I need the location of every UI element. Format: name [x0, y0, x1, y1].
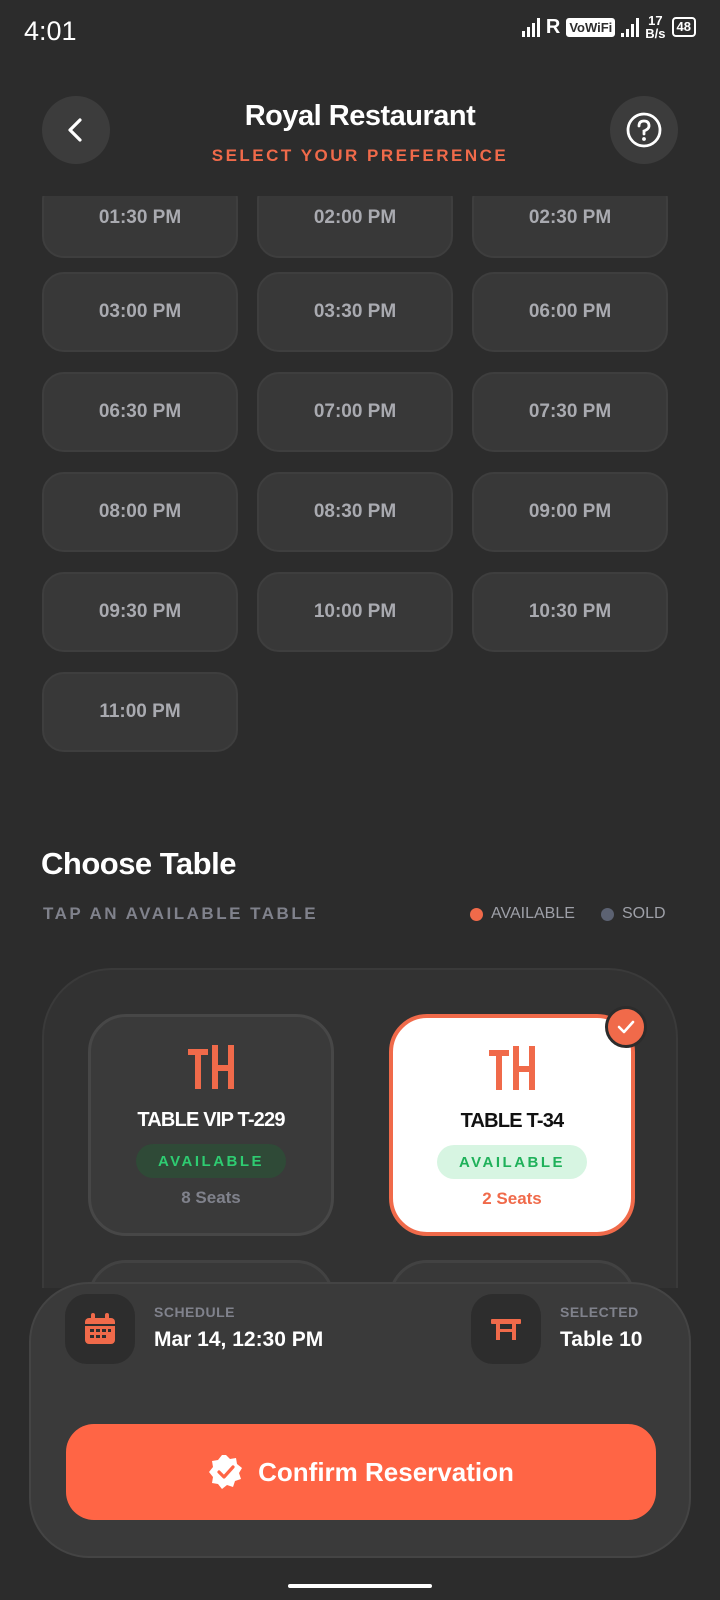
reservation-summary-sheet: SCHEDULE Mar 14, 12:30 PM SELECTED Table…	[29, 1282, 691, 1558]
table-icon	[489, 1046, 535, 1090]
vowifi-icon: VoWiFi	[566, 17, 616, 37]
time-slot[interactable]: 03:30 PM	[257, 272, 453, 352]
calendar-icon	[85, 1313, 115, 1344]
time-slot[interactable]: 08:00 PM	[42, 472, 238, 552]
section-title: Choose Table	[41, 846, 236, 881]
time-slot[interactable]: 01:30 PM	[42, 196, 238, 258]
time-slot[interactable]: 11:00 PM	[42, 672, 238, 752]
time-slot[interactable]: 06:30 PM	[42, 372, 238, 452]
network-speed-unit: B/s	[645, 26, 666, 41]
schedule-icon-box	[65, 1294, 135, 1364]
legend-available-label: AVAILABLE	[491, 905, 575, 922]
status-badge: AVAILABLE	[135, 1144, 287, 1178]
time-slot[interactable]: 02:00 PM	[257, 196, 453, 258]
legend-available: AVAILABLE	[470, 905, 575, 923]
time-slot[interactable]: 09:00 PM	[472, 472, 668, 552]
table-layout-panel: TABLE VIP T-229 AVAILABLE 8 Seats TABLE …	[42, 968, 678, 1288]
schedule-label: SCHEDULE	[154, 1304, 236, 1320]
time-slot[interactable]: 07:00 PM	[257, 372, 453, 452]
help-button[interactable]	[610, 96, 678, 164]
section-subtitle: TAP AN AVAILABLE TABLE	[43, 904, 319, 923]
seat-count: 2 Seats	[482, 1189, 542, 1208]
time-slot[interactable]: 06:00 PM	[472, 272, 668, 352]
schedule-value: Mar 14, 12:30 PM	[154, 1328, 324, 1351]
signal-icon-2	[621, 17, 640, 37]
table-icon	[188, 1045, 234, 1089]
time-slot[interactable]: 10:00 PM	[257, 572, 453, 652]
help-icon	[626, 112, 662, 148]
battery-level: 48	[676, 19, 691, 34]
selected-check-icon	[605, 1006, 647, 1048]
battery-icon: 48	[671, 17, 696, 37]
time-slot[interactable]: 07:30 PM	[472, 372, 668, 452]
legend-sold: SOLD	[601, 905, 666, 923]
status-time: 4:01	[24, 16, 77, 46]
time-slot[interactable]: 03:00 PM	[42, 272, 238, 352]
time-slot[interactable]: 02:30 PM	[472, 196, 668, 258]
sold-dot-icon	[601, 907, 614, 921]
available-dot-icon	[470, 907, 483, 921]
table-name: TABLE VIP T-229	[137, 1109, 285, 1131]
verified-badge-icon	[209, 1455, 243, 1489]
signal-icon	[521, 17, 540, 37]
time-slot-grid: 01:30 PM 02:00 PM 02:30 PM 03:00 PM 03:3…	[0, 196, 720, 786]
confirm-button-label: Confirm Reservation	[258, 1456, 514, 1487]
selected-value: Table 10	[560, 1328, 643, 1351]
legend-sold-label: SOLD	[622, 905, 666, 922]
network-speed: 17 B/s	[645, 14, 665, 40]
selected-label: SELECTED	[560, 1304, 639, 1320]
header: Royal Restaurant SELECT YOUR PREFERENCE	[0, 96, 720, 196]
home-indicator[interactable]	[288, 1584, 432, 1588]
status-bar: 4:01 R VoWiFi 17 B/s 48	[0, 0, 720, 66]
table-card[interactable]: TABLE VIP T-229 AVAILABLE 8 Seats	[88, 1014, 334, 1236]
table-card-selected[interactable]: TABLE T-34 AVAILABLE 2 Seats	[389, 1014, 635, 1236]
time-slot[interactable]: 08:30 PM	[257, 472, 453, 552]
table-name: TABLE T-34	[460, 1110, 565, 1132]
roaming-indicator: R	[545, 15, 561, 38]
seat-count: 8 Seats	[181, 1188, 241, 1207]
status-icons: R VoWiFi 17 B/s 48	[521, 14, 696, 40]
time-slot[interactable]: 10:30 PM	[472, 572, 668, 652]
status-badge: AVAILABLE	[436, 1145, 588, 1179]
selected-table-icon-box	[471, 1294, 541, 1364]
checkmark-icon	[617, 1020, 635, 1034]
page-subtitle: SELECT YOUR PREFERENCE	[211, 146, 509, 165]
time-slot[interactable]: 09:30 PM	[42, 572, 238, 652]
table-furniture-icon	[491, 1319, 521, 1340]
confirm-reservation-button[interactable]: Confirm Reservation	[66, 1424, 656, 1520]
